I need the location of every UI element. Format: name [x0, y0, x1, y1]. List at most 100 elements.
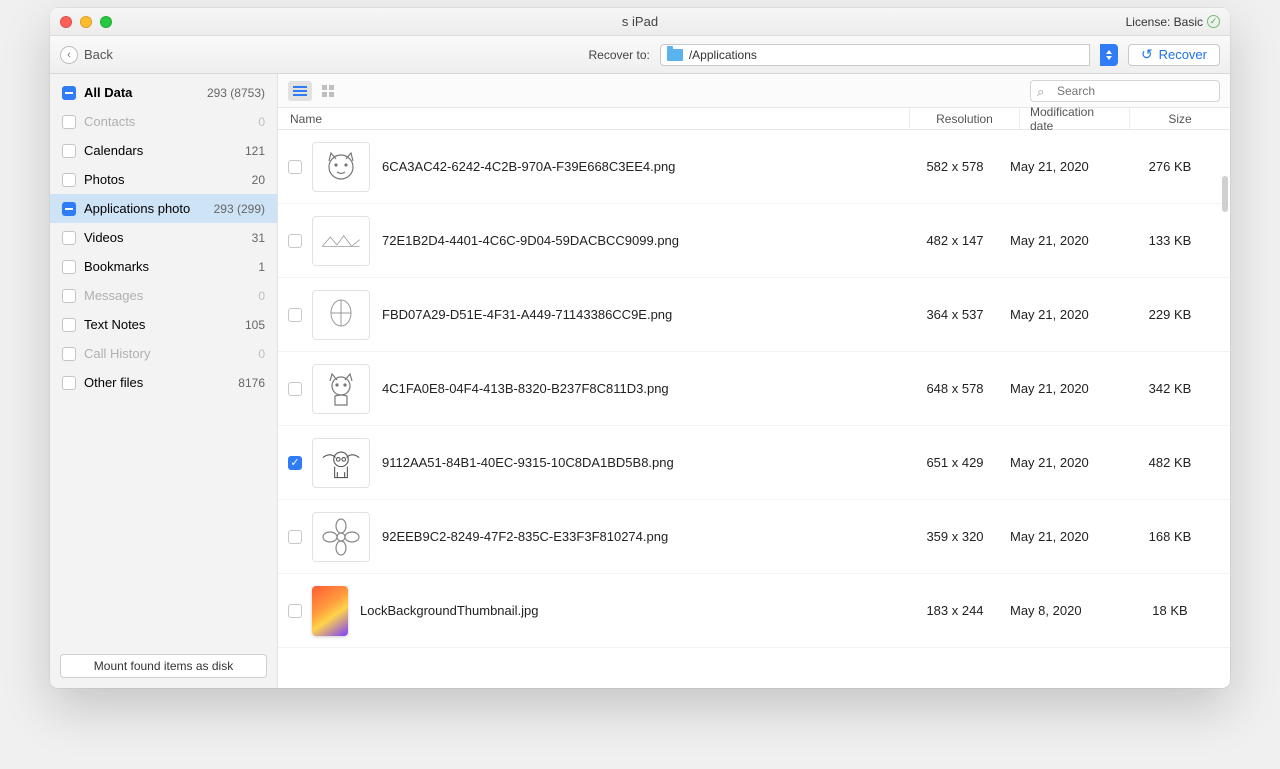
file-row[interactable]: 6CA3AC42-6242-4C2B-970A-F39E668C3EE4.png… — [278, 130, 1230, 204]
file-thumbnail — [312, 512, 370, 562]
sidebar-item[interactable]: Photos20 — [50, 165, 277, 194]
file-row[interactable]: 72E1B2D4-4401-4C6C-9D04-59DACBCC9099.png… — [278, 204, 1230, 278]
back-arrow-icon: ‹ — [60, 46, 78, 64]
window-title: s iPad — [50, 14, 1230, 29]
sidebar-item[interactable]: Bookmarks1 — [50, 252, 277, 281]
sidebar-item-label: Text Notes — [84, 317, 237, 332]
check-icon: ✓ — [1207, 15, 1220, 28]
sidebar-item-label: Bookmarks — [84, 259, 250, 274]
path-stepper-button[interactable] — [1100, 44, 1118, 66]
sidebar-item-checkbox[interactable] — [62, 376, 76, 390]
column-resolution[interactable]: Resolution — [910, 108, 1020, 129]
back-button[interactable]: ‹ Back — [60, 46, 113, 64]
file-checkbox[interactable] — [288, 308, 302, 322]
scrollbar-thumb[interactable] — [1222, 176, 1228, 212]
sidebar-item[interactable]: Other files8176 — [50, 368, 277, 397]
file-resolution: 582 x 578 — [900, 159, 1010, 174]
sidebar-item-checkbox[interactable] — [62, 318, 76, 332]
sidebar-item-count: 0 — [258, 115, 265, 129]
sidebar-item-count: 121 — [245, 144, 265, 158]
file-name: 6CA3AC42-6242-4C2B-970A-F39E668C3EE4.png — [382, 159, 900, 174]
back-label: Back — [84, 47, 113, 62]
file-name: 92EEB9C2-8249-47F2-835C-E33F3F810274.png — [382, 529, 900, 544]
file-thumbnail — [312, 290, 370, 340]
recover-to-path: /Applications — [689, 48, 757, 62]
main-pane: ⌕ Name Resolution Modification date Size… — [278, 74, 1230, 688]
view-toggle — [288, 81, 340, 101]
file-size: 276 KB — [1120, 159, 1220, 174]
file-size: 229 KB — [1120, 307, 1220, 322]
sidebar-item-label: Videos — [84, 230, 244, 245]
minimize-window-button[interactable] — [80, 16, 92, 28]
file-modified: May 21, 2020 — [1010, 455, 1120, 470]
sidebar-item-checkbox[interactable] — [62, 202, 76, 216]
file-row[interactable]: FBD07A29-D51E-4F31-A449-71143386CC9E.png… — [278, 278, 1230, 352]
close-window-button[interactable] — [60, 16, 72, 28]
file-checkbox[interactable] — [288, 382, 302, 396]
list-icon — [293, 86, 307, 96]
search-input[interactable] — [1030, 80, 1220, 102]
file-size: 18 KB — [1120, 603, 1220, 618]
file-list[interactable]: 6CA3AC42-6242-4C2B-970A-F39E668C3EE4.png… — [278, 130, 1230, 688]
sidebar-item-checkbox[interactable] — [62, 231, 76, 245]
column-headers[interactable]: Name Resolution Modification date Size — [278, 108, 1230, 130]
sidebar-item: Call History0 — [50, 339, 277, 368]
file-modified: May 21, 2020 — [1010, 159, 1120, 174]
file-checkbox[interactable] — [288, 234, 302, 248]
column-modified[interactable]: Modification date — [1020, 108, 1130, 129]
window-controls — [60, 16, 112, 28]
sidebar-item[interactable]: Text Notes105 — [50, 310, 277, 339]
file-modified: May 21, 2020 — [1010, 233, 1120, 248]
column-size[interactable]: Size — [1130, 108, 1230, 129]
file-size: 482 KB — [1120, 455, 1220, 470]
sidebar-item: Contacts0 — [50, 107, 277, 136]
file-thumbnail — [312, 216, 370, 266]
column-name[interactable]: Name — [278, 108, 910, 129]
recover-button[interactable]: ↻ Recover — [1128, 44, 1220, 66]
sidebar-item-count: 293 (8753) — [207, 86, 265, 100]
file-thumbnail — [312, 142, 370, 192]
file-modified: May 21, 2020 — [1010, 529, 1120, 544]
file-resolution: 482 x 147 — [900, 233, 1010, 248]
file-checkbox[interactable]: ✓ — [288, 456, 302, 470]
file-row[interactable]: LockBackgroundThumbnail.jpg183 x 244May … — [278, 574, 1230, 648]
file-toolbar: ⌕ — [278, 74, 1230, 108]
file-checkbox[interactable] — [288, 530, 302, 544]
file-thumbnail — [312, 438, 370, 488]
sidebar-item-count: 293 (299) — [214, 202, 265, 216]
list-view-button[interactable] — [288, 81, 312, 101]
sidebar-item[interactable]: All Data293 (8753) — [50, 78, 277, 107]
file-size: 342 KB — [1120, 381, 1220, 396]
sidebar-item-checkbox[interactable] — [62, 173, 76, 187]
recover-button-label: Recover — [1159, 47, 1207, 62]
zoom-window-button[interactable] — [100, 16, 112, 28]
sidebar-item-checkbox[interactable] — [62, 144, 76, 158]
license-label: License: Basic — [1126, 15, 1203, 29]
sidebar-item-count: 0 — [258, 289, 265, 303]
recover-to-path-field[interactable]: /Applications — [660, 44, 1090, 66]
file-row[interactable]: 92EEB9C2-8249-47F2-835C-E33F3F810274.png… — [278, 500, 1230, 574]
search-wrap: ⌕ — [1030, 80, 1220, 102]
sidebar-item-label: Call History — [84, 346, 250, 361]
file-row[interactable]: ✓9112AA51-84B1-40EC-9315-10C8DA1BD5B8.pn… — [278, 426, 1230, 500]
sidebar-item-checkbox — [62, 289, 76, 303]
file-resolution: 364 x 537 — [900, 307, 1010, 322]
sidebar-item-checkbox[interactable] — [62, 86, 76, 100]
grid-icon — [322, 85, 334, 97]
file-size: 168 KB — [1120, 529, 1220, 544]
sidebar-item-count: 31 — [252, 231, 265, 245]
sidebar-item[interactable]: Calendars121 — [50, 136, 277, 165]
file-name: FBD07A29-D51E-4F31-A449-71143386CC9E.png — [382, 307, 900, 322]
file-row[interactable]: 4C1FA0E8-04F4-413B-8320-B237F8C811D3.png… — [278, 352, 1230, 426]
file-checkbox[interactable] — [288, 604, 302, 618]
file-resolution: 183 x 244 — [900, 603, 1010, 618]
grid-view-button[interactable] — [316, 81, 340, 101]
license-indicator[interactable]: License: Basic ✓ — [1126, 15, 1220, 29]
mount-disk-button[interactable]: Mount found items as disk — [60, 654, 267, 678]
sidebar-item-checkbox[interactable] — [62, 260, 76, 274]
sidebar-item[interactable]: Videos 31 — [50, 223, 277, 252]
recover-icon: ↻ — [1141, 46, 1153, 63]
sidebar-item[interactable]: Applications photo293 (299) — [50, 194, 277, 223]
file-checkbox[interactable] — [288, 160, 302, 174]
file-modified: May 21, 2020 — [1010, 307, 1120, 322]
